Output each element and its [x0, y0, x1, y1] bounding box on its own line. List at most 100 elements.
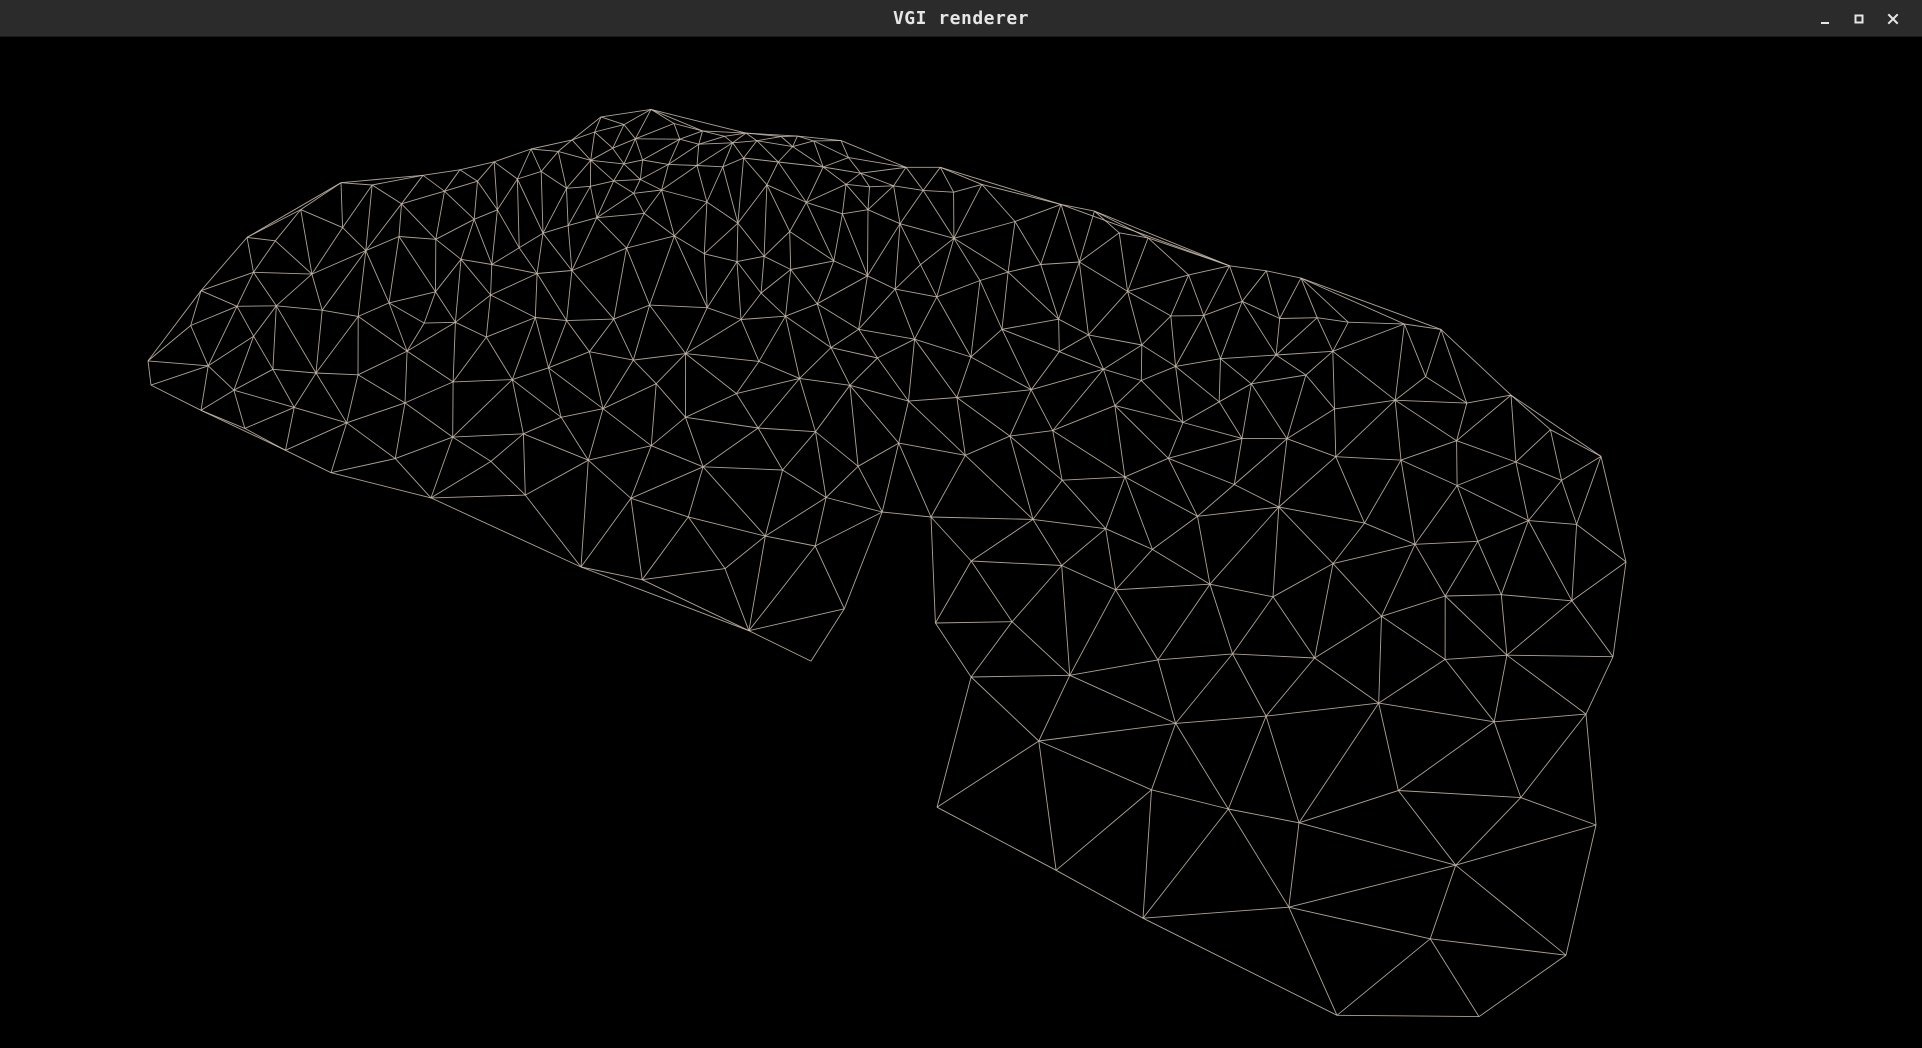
- mesh-edge: [685, 417, 704, 467]
- mesh-edge: [1288, 907, 1338, 1016]
- mesh-edge: [971, 674, 1070, 678]
- mesh-edge: [1114, 380, 1142, 406]
- mesh-edge: [1549, 429, 1563, 481]
- mesh-edge: [613, 304, 650, 320]
- mesh-edge: [816, 260, 835, 304]
- mesh-edge: [315, 310, 323, 374]
- mesh-edge: [1394, 400, 1402, 461]
- mesh-edge: [756, 136, 782, 142]
- mesh-edge: [534, 317, 549, 368]
- mesh-edge: [867, 209, 869, 276]
- mesh-edge: [1058, 318, 1089, 336]
- mesh-edge: [1007, 221, 1016, 273]
- mesh-edge: [626, 247, 651, 306]
- mesh-edge: [1335, 456, 1402, 461]
- mesh-edge: [1014, 221, 1042, 265]
- mesh-edge: [1334, 408, 1337, 457]
- mesh-edge: [1336, 1014, 1480, 1018]
- mesh-edge: [1229, 265, 1267, 272]
- mesh-edge: [1494, 713, 1587, 723]
- mesh-edge: [1197, 506, 1279, 517]
- mesh-edge: [649, 304, 708, 309]
- mesh-edge: [1515, 461, 1529, 521]
- close-button[interactable]: [1878, 4, 1908, 34]
- minimize-button[interactable]: [1810, 4, 1840, 34]
- mesh-edge: [1203, 265, 1230, 316]
- mesh-edge: [1528, 520, 1577, 525]
- mesh-edge: [923, 189, 954, 193]
- mesh-edge: [970, 356, 1032, 391]
- mesh-edge: [685, 353, 737, 394]
- mesh-edge: [1440, 329, 1512, 396]
- mesh-edge: [612, 147, 625, 165]
- mesh-edge: [589, 351, 634, 361]
- mesh-edge: [1032, 479, 1063, 520]
- mesh-edge: [1197, 484, 1235, 517]
- mesh-edge: [1232, 596, 1274, 655]
- mesh-edge: [394, 402, 406, 459]
- mesh-edge: [147, 360, 209, 367]
- mesh-edge: [1188, 265, 1230, 276]
- mesh-edge: [935, 622, 972, 678]
- mesh-edge: [956, 397, 1011, 437]
- mesh-edge: [1030, 351, 1060, 390]
- mesh-edge: [882, 511, 932, 518]
- mesh-edge: [1250, 354, 1277, 385]
- mesh-edge: [687, 466, 704, 518]
- mesh-edge: [867, 223, 901, 277]
- mesh-edge: [516, 148, 532, 180]
- mesh-edge: [588, 445, 652, 461]
- mesh-edge: [635, 123, 675, 140]
- mesh-edge: [843, 511, 883, 609]
- mesh-edge: [920, 237, 955, 265]
- mesh-edge: [246, 209, 301, 238]
- mesh-edge: [357, 250, 367, 317]
- mesh-edge: [540, 171, 544, 234]
- mesh-edge: [1444, 659, 1495, 723]
- mesh-edge: [1520, 797, 1597, 826]
- mesh-edge: [253, 272, 277, 307]
- mesh-edge: [737, 222, 765, 257]
- mesh-edge: [763, 231, 791, 257]
- mesh-edge: [849, 385, 900, 444]
- mesh-edge: [823, 166, 861, 174]
- mesh-edge: [404, 381, 454, 404]
- mesh-edge: [979, 280, 1003, 330]
- mesh-edge: [512, 367, 549, 381]
- mesh-edge: [806, 183, 847, 203]
- title-bar[interactable]: VGI renderer: [0, 0, 1922, 37]
- mesh-edge: [1456, 440, 1458, 486]
- mesh-edge: [1157, 653, 1233, 661]
- mesh-edge: [930, 516, 936, 624]
- mesh-edge: [758, 427, 816, 433]
- mesh-edge: [1335, 456, 1365, 524]
- mesh-edge: [964, 454, 1034, 520]
- mesh-edge: [1445, 594, 1502, 597]
- mesh-edge: [613, 248, 627, 320]
- mesh-edge: [1348, 321, 1405, 325]
- mesh-edge: [1561, 480, 1578, 525]
- mesh-edge: [643, 213, 675, 237]
- mesh-edge: [930, 516, 972, 562]
- render-viewport[interactable]: [1, 37, 1921, 1047]
- mesh-edge: [518, 247, 538, 274]
- mesh-edge: [849, 384, 909, 402]
- mesh-edge: [1105, 476, 1126, 529]
- mesh-edge: [1378, 702, 1495, 723]
- mesh-edge: [623, 163, 641, 180]
- maximize-button[interactable]: [1844, 4, 1874, 34]
- mesh-edge: [639, 159, 644, 180]
- mesh-edge: [491, 264, 538, 274]
- mesh-edge: [1528, 480, 1562, 521]
- mesh-edge: [342, 227, 367, 251]
- mesh-edge: [1414, 485, 1458, 545]
- mesh-edge: [914, 338, 958, 398]
- mesh-edge: [512, 379, 562, 418]
- mesh-edge: [833, 213, 843, 261]
- mesh-edge: [566, 185, 591, 189]
- app-window: VGI renderer: [0, 0, 1922, 1048]
- mesh-edge: [1272, 563, 1334, 598]
- mesh-edge: [970, 676, 1040, 742]
- mesh-edge: [315, 316, 359, 374]
- mesh-edge: [1395, 399, 1467, 404]
